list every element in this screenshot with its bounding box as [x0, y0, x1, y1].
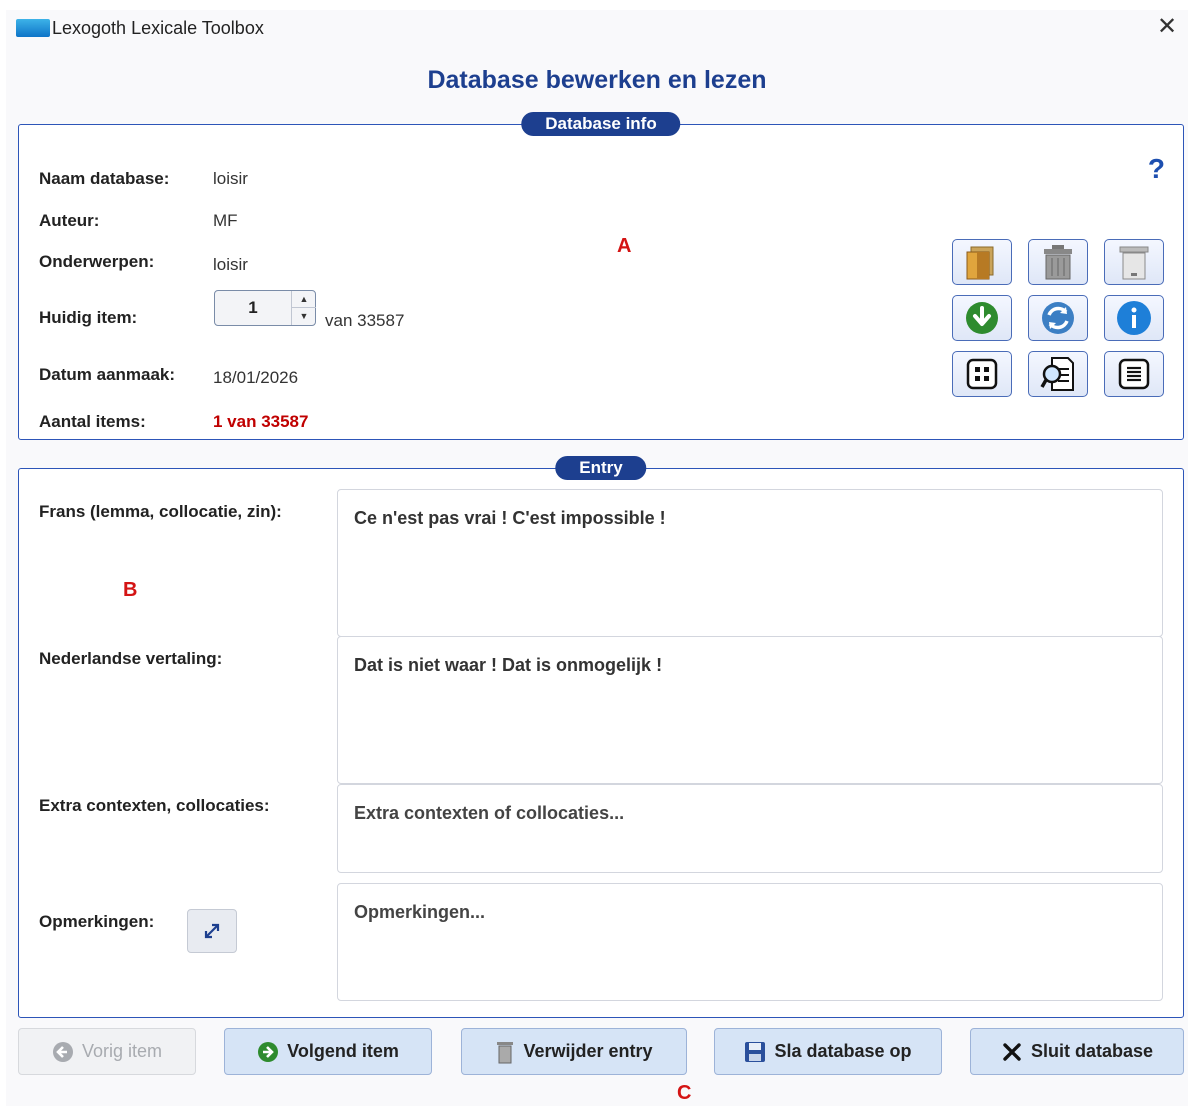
current-item-total: van 33587 [325, 311, 405, 330]
close-database-label: Sluit database [1030, 1041, 1154, 1061]
delete-database-button[interactable] [1028, 239, 1088, 285]
refresh-button[interactable] [1028, 295, 1088, 341]
extra-field[interactable]: Extra contexten of collocaties... [337, 784, 1163, 873]
arrow-left-icon [52, 1041, 73, 1062]
clear-database-button[interactable] [1104, 239, 1164, 285]
grid-view-button[interactable] [952, 351, 1012, 397]
subjects-label: Onderwerpen: [39, 252, 155, 271]
entry-group: Entry Frans (lemma, collocatie, zin): Ce… [18, 456, 1184, 1018]
remarks-label: Opmerkingen: [39, 912, 155, 931]
database-info-legend: Database info [521, 112, 681, 136]
created-label: Datum aanmaak: [39, 365, 176, 384]
dutch-field[interactable]: Dat is niet waar ! Dat is onmogelijk ! [337, 636, 1163, 784]
title-bar: Lexogoth Lexicale Toolbox ✕ [6, 10, 1188, 46]
grid-icon [966, 358, 998, 390]
import-button[interactable] [952, 295, 1012, 341]
count-value: 1 van 33587 [213, 412, 309, 431]
open-folder-icon [966, 246, 994, 280]
annotation-marker-a: A [617, 235, 632, 257]
empty-bin-icon [1119, 246, 1149, 280]
previous-item-label: Vorig item [81, 1041, 163, 1061]
remarks-field[interactable]: Opmerkingen... [337, 883, 1163, 1001]
dutch-label: Nederlandse vertaling: [39, 649, 223, 668]
save-database-label: Sla database op [774, 1041, 912, 1061]
close-icon [1003, 1042, 1021, 1061]
subjects-value: loisir [213, 255, 248, 274]
previous-item-button[interactable]: Vorig item [18, 1028, 196, 1075]
french-field[interactable]: Ce n'est pas vrai ! C'est impossible ! [337, 489, 1163, 637]
stepper-down-icon[interactable]: ▼ [292, 308, 316, 325]
database-info-group: Database info ? Naam database: loisir Au… [18, 112, 1184, 440]
save-database-button[interactable]: Sla database op [714, 1028, 942, 1075]
open-database-button[interactable] [952, 239, 1012, 285]
app-window: Lexogoth Lexicale Toolbox ✕ Database bew… [6, 10, 1188, 1106]
trash-can-icon [1044, 245, 1072, 280]
name-label: Naam database: [39, 169, 170, 188]
author-label: Auteur: [39, 211, 100, 230]
arrow-right-icon [258, 1041, 279, 1062]
search-document-icon [1040, 357, 1074, 391]
download-icon [966, 302, 998, 334]
delete-entry-label: Verwijder entry [523, 1041, 653, 1061]
name-value: loisir [213, 169, 248, 188]
close-database-button[interactable]: Sluit database [970, 1028, 1184, 1075]
french-label: Frans (lemma, collocatie, zin): [39, 502, 282, 521]
current-item-stepper[interactable]: 1 ▲ ▼ [214, 290, 316, 326]
help-icon[interactable]: ? [1148, 153, 1165, 185]
current-item-value[interactable]: 1 [215, 291, 291, 325]
close-window-button[interactable]: ✕ [1152, 14, 1182, 42]
count-label: Aantal items: [39, 412, 146, 431]
stepper-arrows: ▲ ▼ [291, 291, 316, 325]
extra-label: Extra contexten, collocaties: [39, 796, 270, 815]
app-icon [16, 19, 50, 37]
annotation-marker-b: B [123, 579, 138, 601]
page-title: Database bewerken en lezen [427, 66, 767, 94]
entry-legend: Entry [555, 456, 647, 480]
next-item-button[interactable]: Volgend item [224, 1028, 432, 1075]
expand-icon [204, 923, 220, 939]
info-button[interactable] [1104, 295, 1164, 341]
refresh-icon [1042, 302, 1074, 334]
floppy-disk-icon [745, 1041, 766, 1062]
delete-entry-button[interactable]: Verwijder entry [461, 1028, 687, 1075]
created-value: 18/01/2026 [213, 368, 299, 387]
list-icon [1118, 358, 1150, 390]
author-value: MF [213, 211, 238, 230]
search-button[interactable] [1028, 351, 1088, 397]
window-title: Lexogoth Lexicale Toolbox [52, 18, 264, 38]
stepper-up-icon[interactable]: ▲ [292, 291, 316, 308]
annotation-marker-c: C [677, 1082, 692, 1104]
info-icon [1117, 301, 1151, 335]
expand-remarks-button[interactable] [187, 909, 237, 953]
next-item-label: Volgend item [287, 1041, 399, 1061]
list-view-button[interactable] [1104, 351, 1164, 397]
current-item-label: Huidig item: [39, 308, 138, 327]
trash-can-icon [497, 1041, 514, 1063]
